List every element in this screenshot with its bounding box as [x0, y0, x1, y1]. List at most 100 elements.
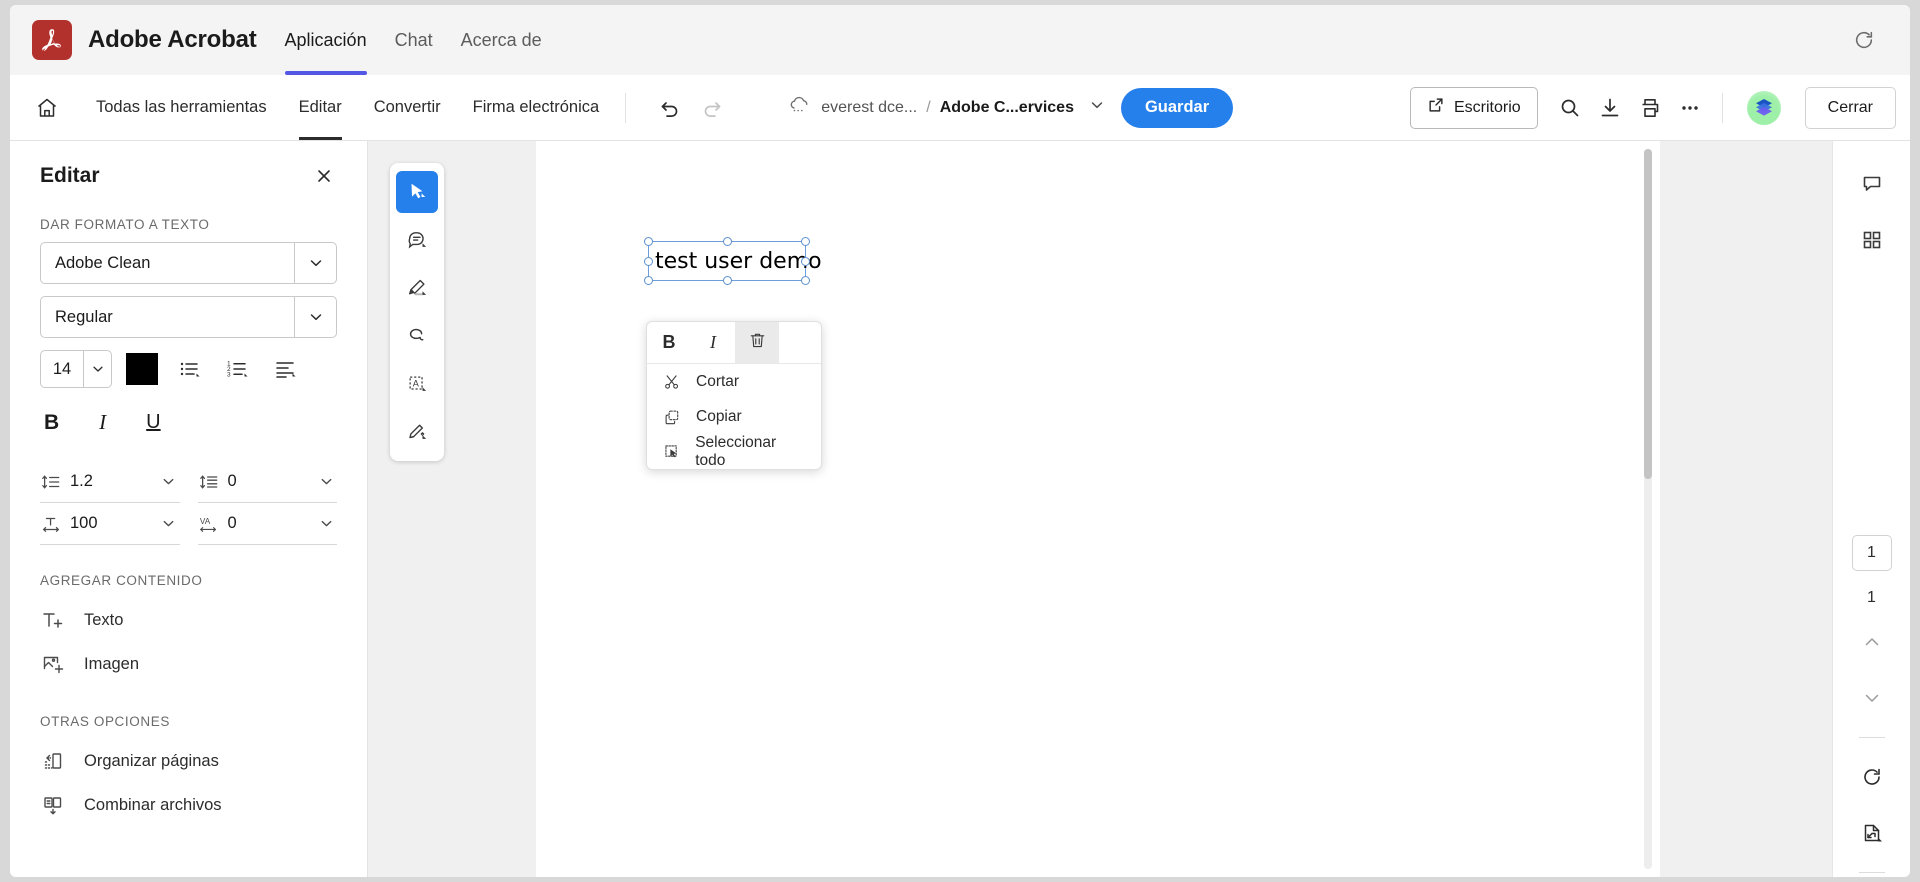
- more-options-button[interactable]: [1672, 90, 1708, 126]
- home-button[interactable]: [24, 85, 70, 131]
- breadcrumb-document-name[interactable]: Adobe C...ervices: [940, 99, 1074, 117]
- organize-pages-item[interactable]: Organizar páginas: [10, 739, 367, 783]
- user-avatar[interactable]: [1746, 90, 1781, 125]
- application-header: Adobe Acrobat Aplicación Chat Acerca de: [10, 5, 1910, 75]
- highlight-tool-button[interactable]: [396, 267, 438, 309]
- tracking-control[interactable]: VA 0: [197, 503, 337, 545]
- toolbar-convert[interactable]: Convertir: [360, 75, 455, 140]
- chevron-down-icon: [294, 297, 336, 337]
- sign-tool-button[interactable]: [396, 411, 438, 453]
- horizontal-scale-value: 100: [70, 514, 98, 532]
- paragraph-spacing-control[interactable]: 0: [197, 461, 337, 503]
- resize-handle-middle-left[interactable]: [644, 256, 653, 266]
- add-text-icon: [40, 608, 66, 632]
- context-cut-item[interactable]: Cortar: [647, 364, 821, 399]
- app-nav-chat[interactable]: Chat: [395, 5, 433, 75]
- font-size-select[interactable]: 14: [40, 350, 112, 388]
- line-spacing-control[interactable]: 1.2: [40, 461, 180, 503]
- add-content-section-label: AGREGAR CONTENIDO: [40, 573, 203, 588]
- comment-tool-button[interactable]: [396, 219, 438, 261]
- bullet-list-icon[interactable]: [172, 353, 206, 385]
- breadcrumb-account[interactable]: everest dce...: [821, 99, 917, 117]
- document-scrollbar-thumb[interactable]: [1644, 149, 1652, 479]
- add-text-label: Texto: [84, 610, 124, 629]
- context-menu: B I Cortar Copiar Seleccionar todo: [646, 321, 822, 470]
- fit-page-button[interactable]: [1851, 812, 1893, 854]
- select-tool-button[interactable]: [396, 171, 438, 213]
- redo-button[interactable]: [694, 90, 730, 126]
- resize-handle-bottom-right[interactable]: [801, 276, 810, 285]
- line-spacing-value: 1.2: [70, 472, 93, 490]
- toolbar-e-sign[interactable]: Firma electrónica: [459, 75, 614, 140]
- font-size-color-row: 14 1 2 3: [40, 350, 337, 388]
- close-panel-icon[interactable]: [311, 163, 337, 189]
- application-title: Adobe Acrobat: [88, 26, 257, 53]
- bold-button[interactable]: B: [44, 411, 59, 435]
- app-nav-aplicacion[interactable]: Aplicación: [284, 5, 367, 75]
- undo-redo-group: [652, 90, 730, 126]
- svg-text:3: 3: [227, 372, 231, 379]
- current-page-input[interactable]: 1: [1851, 535, 1892, 571]
- selected-text-value: test user demo: [655, 248, 822, 274]
- refresh-button[interactable]: [1846, 22, 1882, 58]
- next-page-button[interactable]: [1851, 677, 1893, 719]
- search-button[interactable]: [1552, 90, 1588, 126]
- horizontal-scale-icon: [40, 513, 62, 535]
- add-image-item[interactable]: Imagen: [10, 642, 367, 686]
- add-image-icon: [40, 652, 66, 676]
- save-button[interactable]: Guardar: [1120, 87, 1234, 128]
- text-color-swatch[interactable]: [126, 353, 158, 385]
- resize-handle-top-right[interactable]: [801, 237, 810, 246]
- rotate-page-button[interactable]: [1851, 756, 1893, 798]
- context-italic-button[interactable]: I: [691, 322, 735, 364]
- resize-handle-bottom-left[interactable]: [644, 276, 653, 285]
- toolbar-edit[interactable]: Editar: [285, 75, 356, 140]
- context-select-all-item[interactable]: Seleccionar todo: [647, 434, 821, 469]
- breadcrumb-separator: /: [926, 98, 931, 116]
- resize-handle-top-left[interactable]: [644, 237, 653, 246]
- previous-page-button[interactable]: [1851, 621, 1893, 663]
- context-italic-label: I: [710, 332, 716, 352]
- open-in-desktop-button[interactable]: Escritorio: [1409, 86, 1538, 129]
- italic-button[interactable]: I: [99, 410, 106, 435]
- pdf-page[interactable]: test user demo B I Cortar Copiar Selecci…: [536, 141, 1660, 877]
- spacing-controls: 1.2 0 100 VA 0: [40, 461, 337, 545]
- undo-button[interactable]: [652, 90, 688, 126]
- close-button[interactable]: Cerrar: [1804, 86, 1896, 129]
- underline-button[interactable]: U: [146, 411, 160, 434]
- application-header-right: [1846, 22, 1888, 58]
- adobe-acrobat-logo: [32, 20, 72, 60]
- font-family-select[interactable]: Adobe Clean: [40, 242, 337, 284]
- resize-handle-bottom-center[interactable]: [722, 276, 732, 285]
- comment-panel-button[interactable]: [1851, 163, 1893, 205]
- chevron-down-icon[interactable]: [1089, 97, 1105, 118]
- tracking-icon: VA: [198, 513, 220, 535]
- format-text-controls: Adobe Clean Regular 14 1 2 3 B I U 1.2 0…: [10, 242, 367, 545]
- context-delete-button[interactable]: [735, 322, 779, 364]
- toolbar-divider-right: [1721, 92, 1723, 123]
- horizontal-scale-control[interactable]: 100: [40, 503, 180, 545]
- chevron-down-icon: [158, 471, 180, 493]
- chevron-down-icon: [315, 471, 337, 493]
- page-thumbnails-button[interactable]: [1851, 219, 1893, 261]
- numbered-list-icon[interactable]: 1 2 3: [220, 353, 254, 385]
- text-box-tool-button[interactable]: A: [396, 363, 438, 405]
- context-copy-item[interactable]: Copiar: [647, 399, 821, 434]
- download-button[interactable]: [1592, 90, 1628, 126]
- font-style-value: Regular: [55, 307, 113, 326]
- text-align-icon[interactable]: [268, 353, 302, 385]
- add-text-item[interactable]: Texto: [10, 598, 367, 642]
- context-bold-button[interactable]: B: [647, 322, 691, 364]
- combine-files-item[interactable]: Combinar archivos: [10, 783, 367, 827]
- print-button[interactable]: [1632, 90, 1668, 126]
- toolbar-all-tools[interactable]: Todas las herramientas: [82, 75, 281, 140]
- resize-handle-top-center[interactable]: [722, 237, 732, 246]
- resize-handle-middle-right[interactable]: [801, 256, 810, 266]
- selected-text-object[interactable]: test user demo: [644, 237, 822, 285]
- cloud-icon: [788, 95, 812, 120]
- right-rail-divider-2: [1858, 872, 1885, 873]
- font-style-select[interactable]: Regular: [40, 296, 337, 338]
- organize-pages-icon: [40, 749, 66, 773]
- app-nav-acerca-de[interactable]: Acerca de: [461, 5, 542, 75]
- draw-tool-button[interactable]: [396, 315, 438, 357]
